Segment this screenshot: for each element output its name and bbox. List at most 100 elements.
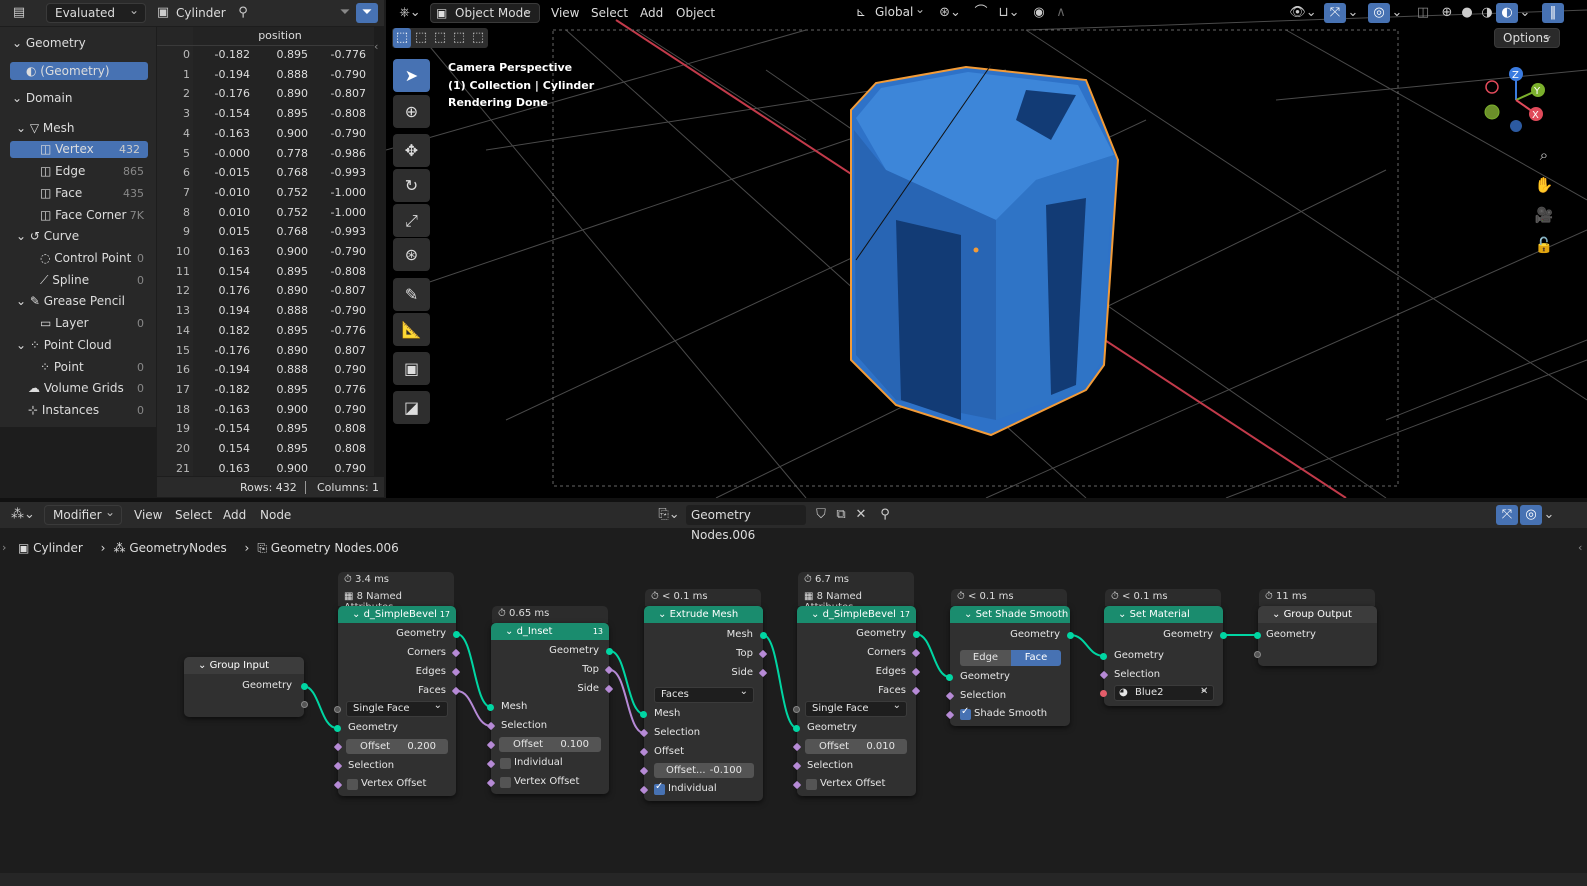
timer-icon: ⏱ (651, 591, 662, 602)
extrude-mesh-node[interactable]: ⌄ Extrude Mesh Mesh Top Side Faces Mesh … (639, 606, 768, 801)
timer-icon: ⏱ (498, 608, 509, 619)
group-output-node[interactable]: ⌄ Group Output Geometry (1254, 606, 1377, 666)
socket-out-empty[interactable] (301, 701, 308, 708)
material-sphere-icon: ◕ (1119, 687, 1128, 698)
bevel2-offset-field[interactable]: Offset 0.010 (805, 739, 907, 754)
socket-out-geometry[interactable] (453, 631, 460, 638)
inset-out-geometry: Geometry (549, 645, 599, 656)
inset-stats: ⏱ 0.65 ms (492, 606, 608, 623)
collapse-icon[interactable]: ⌄ (964, 609, 976, 620)
socket-in-geometry[interactable] (1100, 653, 1107, 660)
toolbar-expand-icon[interactable]: › (2, 541, 6, 554)
bevel2-mode-dropdown[interactable]: Single Face (805, 699, 907, 717)
status-bar (0, 873, 1587, 886)
material-title: ⌄ Set Material (1104, 606, 1223, 623)
material-clear-icon[interactable]: ✕ (1200, 686, 1208, 697)
smooth-in-selection: Selection (960, 690, 1007, 701)
group-badge-icon: 17 (899, 610, 910, 619)
smooth-domain-edge-button[interactable]: Edge (960, 650, 1011, 666)
extrude-offset-scale-field[interactable]: Offset... -0.100 (654, 763, 754, 778)
extrude-individual-label: Individual (668, 783, 717, 794)
bevel2-stats: ⏱ 6.7 ms ▦ 8 Named Attributes (798, 572, 914, 613)
inset-in-selection: Selection (501, 720, 548, 731)
extrude-out-top: Top (736, 648, 753, 659)
bevel2-node[interactable]: ⌄ d_SimpleBevel 17 Geometry Corners Edges… (792, 606, 921, 796)
smooth-out-geometry: Geometry (1010, 629, 1060, 640)
inset-in-mesh: Mesh (501, 701, 528, 712)
collapse-icon[interactable]: ⌄ (505, 626, 517, 637)
collapse-icon[interactable]: ⌄ (1272, 609, 1284, 620)
set-shade-smooth-node[interactable]: ⌄ Set Shade Smooth Geometry Edge Face Ge… (945, 606, 1074, 726)
socket-in-empty[interactable] (1254, 651, 1261, 658)
group-badge-icon: 13 (592, 627, 603, 636)
inset-offset-field[interactable]: Offset 0.100 (499, 737, 601, 752)
extrude-mode-dropdown[interactable]: Faces (654, 685, 754, 703)
bevel1-offset-field[interactable]: Offset 0.200 (346, 739, 448, 754)
bevel1-stats: ⏱ 3.4 ms ▦ 8 Named Attributes (338, 572, 454, 613)
extrude-in-offset: Offset (654, 746, 685, 757)
socket-out-geometry[interactable] (913, 631, 920, 638)
output-in-geometry: Geometry (1266, 629, 1316, 640)
socket-in-geometry[interactable] (946, 674, 953, 681)
bevel1-vertex-offset-label: Vertex Offset (361, 778, 427, 789)
bevel1-node[interactable]: ⌄ d_SimpleBevel 17 Geometry Corners Edges… (333, 606, 461, 796)
bevel1-out-geometry: Geometry (396, 628, 446, 639)
socket-in-empty[interactable] (793, 706, 800, 713)
sidebar-collapse-icon[interactable]: ‹ (1578, 541, 1582, 554)
material-select-field[interactable]: ◕ Blue2 (1114, 683, 1214, 701)
collapse-icon[interactable]: ⌄ (1118, 609, 1130, 620)
socket-in-geometry[interactable] (1254, 632, 1261, 639)
socket-out-geometry[interactable] (301, 683, 308, 690)
socket-in-mesh[interactable] (640, 711, 647, 718)
socket-in-empty[interactable] (334, 706, 341, 713)
bevel1-out-corners: Corners (407, 647, 446, 658)
smooth-stats: ⏱ < 0.1 ms (951, 589, 1067, 606)
inset-individual-label: Individual (514, 757, 563, 768)
timer-icon: ⏱ (344, 574, 355, 585)
inset-vertex-offset-label: Vertex Offset (514, 776, 580, 787)
bevel2-out-corners: Corners (867, 647, 906, 658)
bevel1-out-faces: Faces (418, 685, 446, 696)
set-material-node[interactable]: ⌄ Set Material Geometry Geometry Selecti… (1099, 606, 1227, 706)
socket-in-geometry[interactable] (334, 725, 341, 732)
extrude-in-selection: Selection (654, 727, 701, 738)
extrude-stats: ⏱ < 0.1 ms (645, 589, 761, 606)
bevel1-out-edges: Edges (415, 666, 446, 677)
extrude-out-side: Side (731, 667, 753, 678)
bevel2-vertex-offset-label: Vertex Offset (820, 778, 886, 789)
inset-out-side: Side (577, 683, 599, 694)
smooth-domain-face-button[interactable]: Face (1011, 650, 1061, 666)
material-out-geometry: Geometry (1163, 629, 1213, 640)
extrude-title: ⌄ Extrude Mesh (644, 606, 763, 623)
output-stats: ⏱ 11 ms (1259, 589, 1375, 606)
socket-in-geometry[interactable] (793, 725, 800, 732)
smooth-in-geometry: Geometry (960, 671, 1010, 682)
collapse-icon[interactable]: ⌄ (658, 609, 670, 620)
material-stats: ⏱ < 0.1 ms (1105, 589, 1221, 606)
socket-out-geometry[interactable] (1220, 632, 1227, 639)
node-links (302, 633, 1257, 734)
timer-icon: ⏱ (957, 591, 968, 602)
bevel2-out-faces: Faces (878, 685, 906, 696)
extrude-out-mesh: Mesh (726, 629, 753, 640)
bevel2-out-geometry: Geometry (856, 628, 906, 639)
bevel2-title: ⌄ d_SimpleBevel 17 (797, 606, 916, 623)
bevel1-in-selection: Selection (348, 760, 395, 771)
attributes-icon: ▦ (344, 591, 357, 602)
socket-out-geometry[interactable] (1067, 632, 1074, 639)
socket-out-geometry[interactable] (606, 648, 613, 655)
collapse-icon[interactable]: ⌄ (198, 660, 210, 671)
bevel1-in-geometry: Geometry (348, 722, 398, 733)
material-in-selection: Selection (1114, 669, 1161, 680)
socket-out-mesh[interactable] (760, 632, 767, 639)
collapse-icon[interactable]: ⌄ (811, 609, 823, 620)
group-input-node[interactable]: ⌄ Group Input Geometry (184, 657, 308, 717)
shade-smooth-label: Shade Smooth (974, 708, 1048, 719)
socket-in-material[interactable] (1100, 690, 1107, 697)
bevel1-mode-dropdown[interactable]: Single Face (346, 699, 448, 717)
timer-icon: ⏱ (804, 574, 815, 585)
socket-in-mesh[interactable] (487, 704, 494, 711)
collapse-icon[interactable]: ⌄ (352, 609, 364, 620)
timer-icon: ⏱ (1111, 591, 1122, 602)
inset-node[interactable]: ⌄ d_Inset 13 Geometry Top Side Mesh Selec… (486, 623, 614, 794)
